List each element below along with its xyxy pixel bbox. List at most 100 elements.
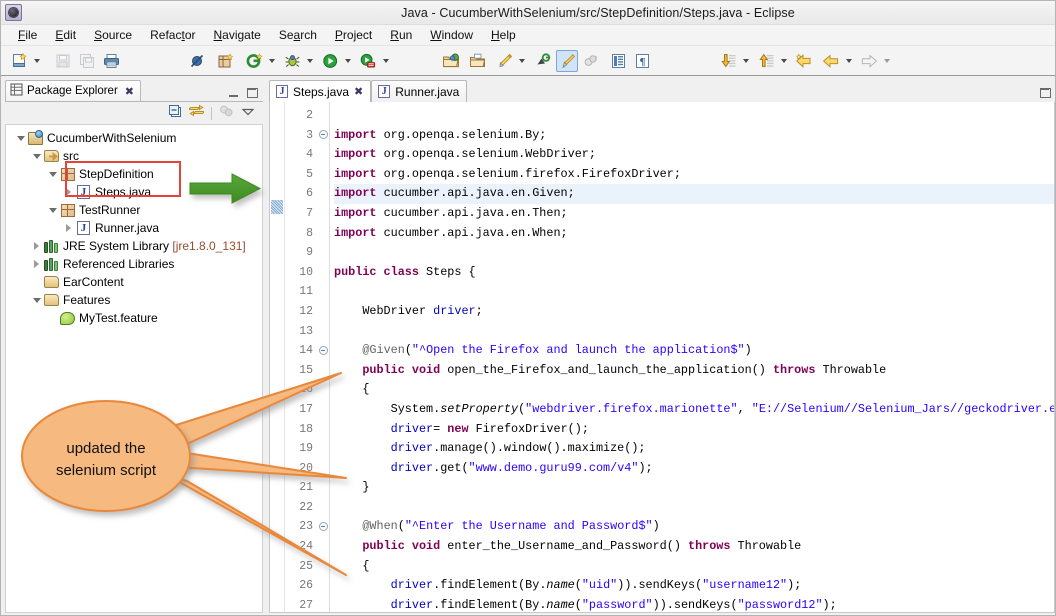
menu-project[interactable]: Project [326, 26, 381, 44]
menu-edit[interactable]: Edit [46, 26, 85, 44]
code-line[interactable] [334, 498, 1054, 518]
code-line[interactable]: @Given("^Open the Firefox and launch the… [334, 341, 1054, 361]
tree-item-earcontent[interactable]: EarContent [6, 273, 262, 291]
tree-item-referenced-libraries[interactable]: Referenced Libraries [6, 255, 262, 273]
twisty-icon[interactable] [46, 201, 59, 219]
code-line[interactable]: import org.openqa.selenium.By; [334, 126, 1054, 146]
close-icon[interactable]: ✖ [354, 85, 363, 98]
link-editor-button[interactable] [580, 50, 602, 72]
save-all-button[interactable] [76, 50, 98, 72]
pilcrow-button[interactable]: ¶ [631, 50, 653, 72]
code-line[interactable]: { [334, 380, 1054, 400]
previous-annotation-button[interactable] [755, 50, 777, 72]
tree-item-project[interactable]: CucumberWithSelenium [6, 129, 262, 147]
menu-source[interactable]: Source [85, 26, 141, 44]
code-line[interactable] [334, 282, 1054, 302]
minimize-icon[interactable] [228, 89, 239, 98]
forward-button[interactable] [858, 50, 880, 72]
source-code[interactable]: import org.openqa.selenium.By;import org… [330, 102, 1054, 612]
menu-run[interactable]: Run [381, 26, 421, 44]
code-line[interactable]: import cucumber.api.java.en.When; [334, 224, 1054, 244]
external-tools-button[interactable] [243, 50, 265, 72]
code-line[interactable]: WebDriver driver; [334, 302, 1054, 322]
show-whitespace-button[interactable] [607, 50, 629, 72]
new-class-dropdown[interactable] [516, 50, 527, 72]
run-dropdown[interactable] [342, 50, 353, 72]
skip-breakpoints-button[interactable] [186, 50, 208, 72]
back-dropdown[interactable] [843, 50, 854, 72]
tab-package-explorer[interactable]: Package Explorer ✖ [5, 80, 141, 101]
menu-window[interactable]: Window [421, 26, 482, 44]
code-line[interactable]: import cucumber.api.java.en.Given; [334, 184, 1054, 204]
code-line[interactable]: public void enter_the_Username_and_Passw… [334, 537, 1054, 557]
collapse-all-icon[interactable] [168, 104, 182, 123]
tree-item-jre-system-library[interactable]: JRE System Library [jre1.8.0_131] [6, 237, 262, 255]
new-class-button[interactable] [493, 50, 515, 72]
fold-collapse-icon[interactable] [317, 517, 329, 537]
external-tools-dropdown[interactable] [266, 50, 277, 72]
menu-help[interactable]: Help [482, 26, 525, 44]
close-icon[interactable]: ✖ [125, 85, 134, 98]
tab-runner-java[interactable]: J Runner.java [371, 80, 467, 102]
new-java-project-button[interactable] [440, 50, 462, 72]
previous-annotation-dropdown[interactable] [778, 50, 789, 72]
mark-occurrences-button[interactable] [556, 50, 578, 72]
new-file-button[interactable] [8, 50, 30, 72]
menu-file[interactable]: File [9, 26, 46, 44]
fold-collapse-icon[interactable] [317, 126, 329, 146]
tree-item-runner-java[interactable]: J Runner.java [6, 219, 262, 237]
twisty-icon[interactable] [30, 291, 43, 309]
marker-bar[interactable] [270, 102, 285, 612]
menu-search[interactable]: Search [270, 26, 326, 44]
code-line[interactable]: public void open_the_Firefox_and_launch_… [334, 361, 1054, 381]
maximize-icon[interactable] [247, 88, 258, 98]
code-line[interactable] [334, 243, 1054, 263]
code-line[interactable]: System.setProperty("webdriver.firefox.ma… [334, 400, 1054, 420]
twisty-icon[interactable] [46, 165, 59, 183]
code-line[interactable]: import org.openqa.selenium.WebDriver; [334, 145, 1054, 165]
last-edit-location-button[interactable] [793, 50, 815, 72]
maximize-icon[interactable] [1040, 88, 1051, 98]
new-package-button[interactable] [214, 50, 236, 72]
menu-refactor[interactable]: Refactor [141, 26, 204, 44]
tree-item-features[interactable]: Features [6, 291, 262, 309]
tree-item-stepdefinition[interactable]: StepDefinition [6, 165, 262, 183]
code-editor[interactable]: 2345678910111213141516171819202122232425… [269, 102, 1055, 613]
forward-dropdown[interactable] [881, 50, 892, 72]
code-line[interactable]: driver.get("www.demo.guru99.com/v4"); [334, 459, 1054, 479]
tree-item-testrunner[interactable]: TestRunner [6, 201, 262, 219]
code-line[interactable]: } [334, 478, 1054, 498]
code-line[interactable]: @When("^Enter the Username and Password$… [334, 517, 1054, 537]
code-line[interactable] [334, 322, 1054, 342]
fold-collapse-icon[interactable] [317, 341, 329, 361]
twisty-icon[interactable] [62, 183, 75, 201]
code-line[interactable]: import cucumber.api.java.en.Then; [334, 204, 1054, 224]
next-annotation-dropdown[interactable] [740, 50, 751, 72]
code-line[interactable] [334, 106, 1054, 126]
twisty-icon[interactable] [30, 147, 43, 165]
coverage-dropdown[interactable] [380, 50, 391, 72]
code-line[interactable]: import org.openqa.selenium.firefox.Firef… [334, 165, 1054, 185]
twisty-icon[interactable] [30, 255, 43, 273]
menu-navigate[interactable]: Navigate [204, 26, 269, 44]
new-file-dropdown[interactable] [31, 50, 42, 72]
folding-ruler[interactable] [317, 102, 330, 612]
save-button[interactable] [52, 50, 74, 72]
tree-item-steps-java[interactable]: J Steps.java [6, 183, 262, 201]
tree-item-mytest-feature[interactable]: MyTest.feature [6, 309, 262, 327]
print-button[interactable] [100, 50, 122, 72]
search-button[interactable] [532, 50, 554, 72]
back-button[interactable] [820, 50, 842, 72]
code-line[interactable]: driver.findElement(By.name("uid")).sendK… [334, 576, 1054, 596]
code-line[interactable]: public class Steps { [334, 263, 1054, 283]
code-line[interactable]: { [334, 557, 1054, 577]
tree-item-src[interactable]: src [6, 147, 262, 165]
coverage-button[interactable] [357, 50, 379, 72]
package-explorer-tree[interactable]: CucumberWithSelenium src StepDefinition [5, 125, 263, 613]
twisty-icon[interactable] [62, 219, 75, 237]
code-line[interactable]: driver= new FirefoxDriver(); [334, 420, 1054, 440]
twisty-icon[interactable] [14, 129, 27, 147]
link-with-editor-icon[interactable] [189, 104, 204, 123]
view-menu-icon[interactable] [241, 104, 255, 122]
debug-button[interactable] [281, 50, 303, 72]
